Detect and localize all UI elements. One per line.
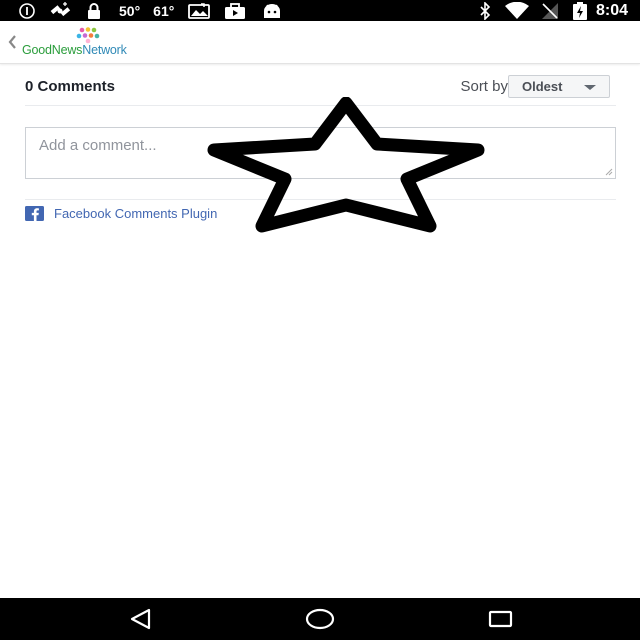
logo-text-good: Good (22, 43, 52, 57)
facebook-plugin: Facebook Comments Plugin (25, 204, 217, 222)
android-icon (262, 0, 282, 21)
nav-back-button[interactable] (111, 598, 171, 640)
bluetooth-icon (478, 0, 492, 21)
back-button[interactable] (4, 31, 20, 53)
photo-icon (188, 0, 211, 21)
nav-home-button[interactable] (290, 598, 350, 640)
logo-text-network: Network (82, 43, 127, 57)
status-bar-left: 50° 61° (0, 0, 282, 21)
sort-dropdown-value: Oldest (522, 79, 563, 94)
briefcase-icon (224, 0, 246, 21)
wifi-icon (504, 0, 530, 21)
star-outline-icon[interactable] (206, 97, 486, 233)
good-news-network-logo[interactable]: GoodNewsNetwork (22, 27, 154, 59)
no-signal-icon (540, 0, 560, 21)
back-triangle-icon (130, 608, 151, 630)
resize-grip-icon[interactable] (605, 168, 613, 176)
status-bar: 50° 61° 8:04 (0, 0, 640, 21)
lock-icon (86, 0, 102, 21)
clock: 8:04 (595, 1, 628, 19)
home-circle-icon (305, 608, 335, 630)
logo-text-news: News (51, 43, 83, 57)
temperature-2: 61° (153, 2, 175, 19)
logo-text: GoodNewsNetwork (22, 43, 127, 57)
nav-recents-button[interactable] (470, 598, 530, 640)
facebook-icon (25, 205, 44, 221)
navigation-bar (0, 598, 640, 640)
info-icon (18, 0, 36, 21)
status-bar-right: 8:04 (478, 0, 640, 21)
chevron-left-icon (8, 35, 16, 49)
comment-count: 0 Comments (25, 78, 116, 95)
facebook-comments-plugin-link[interactable]: Facebook Comments Plugin (54, 206, 217, 221)
caret-down-icon (584, 85, 596, 90)
sort-dropdown[interactable]: Oldest (508, 75, 610, 98)
temperature-1: 50° (119, 2, 141, 19)
app-header: GoodNewsNetwork (0, 21, 640, 64)
sort-by-label: Sort by (460, 78, 508, 95)
satellite-icon (49, 0, 73, 21)
battery-charging-icon (572, 0, 588, 21)
recents-square-icon (488, 610, 513, 628)
